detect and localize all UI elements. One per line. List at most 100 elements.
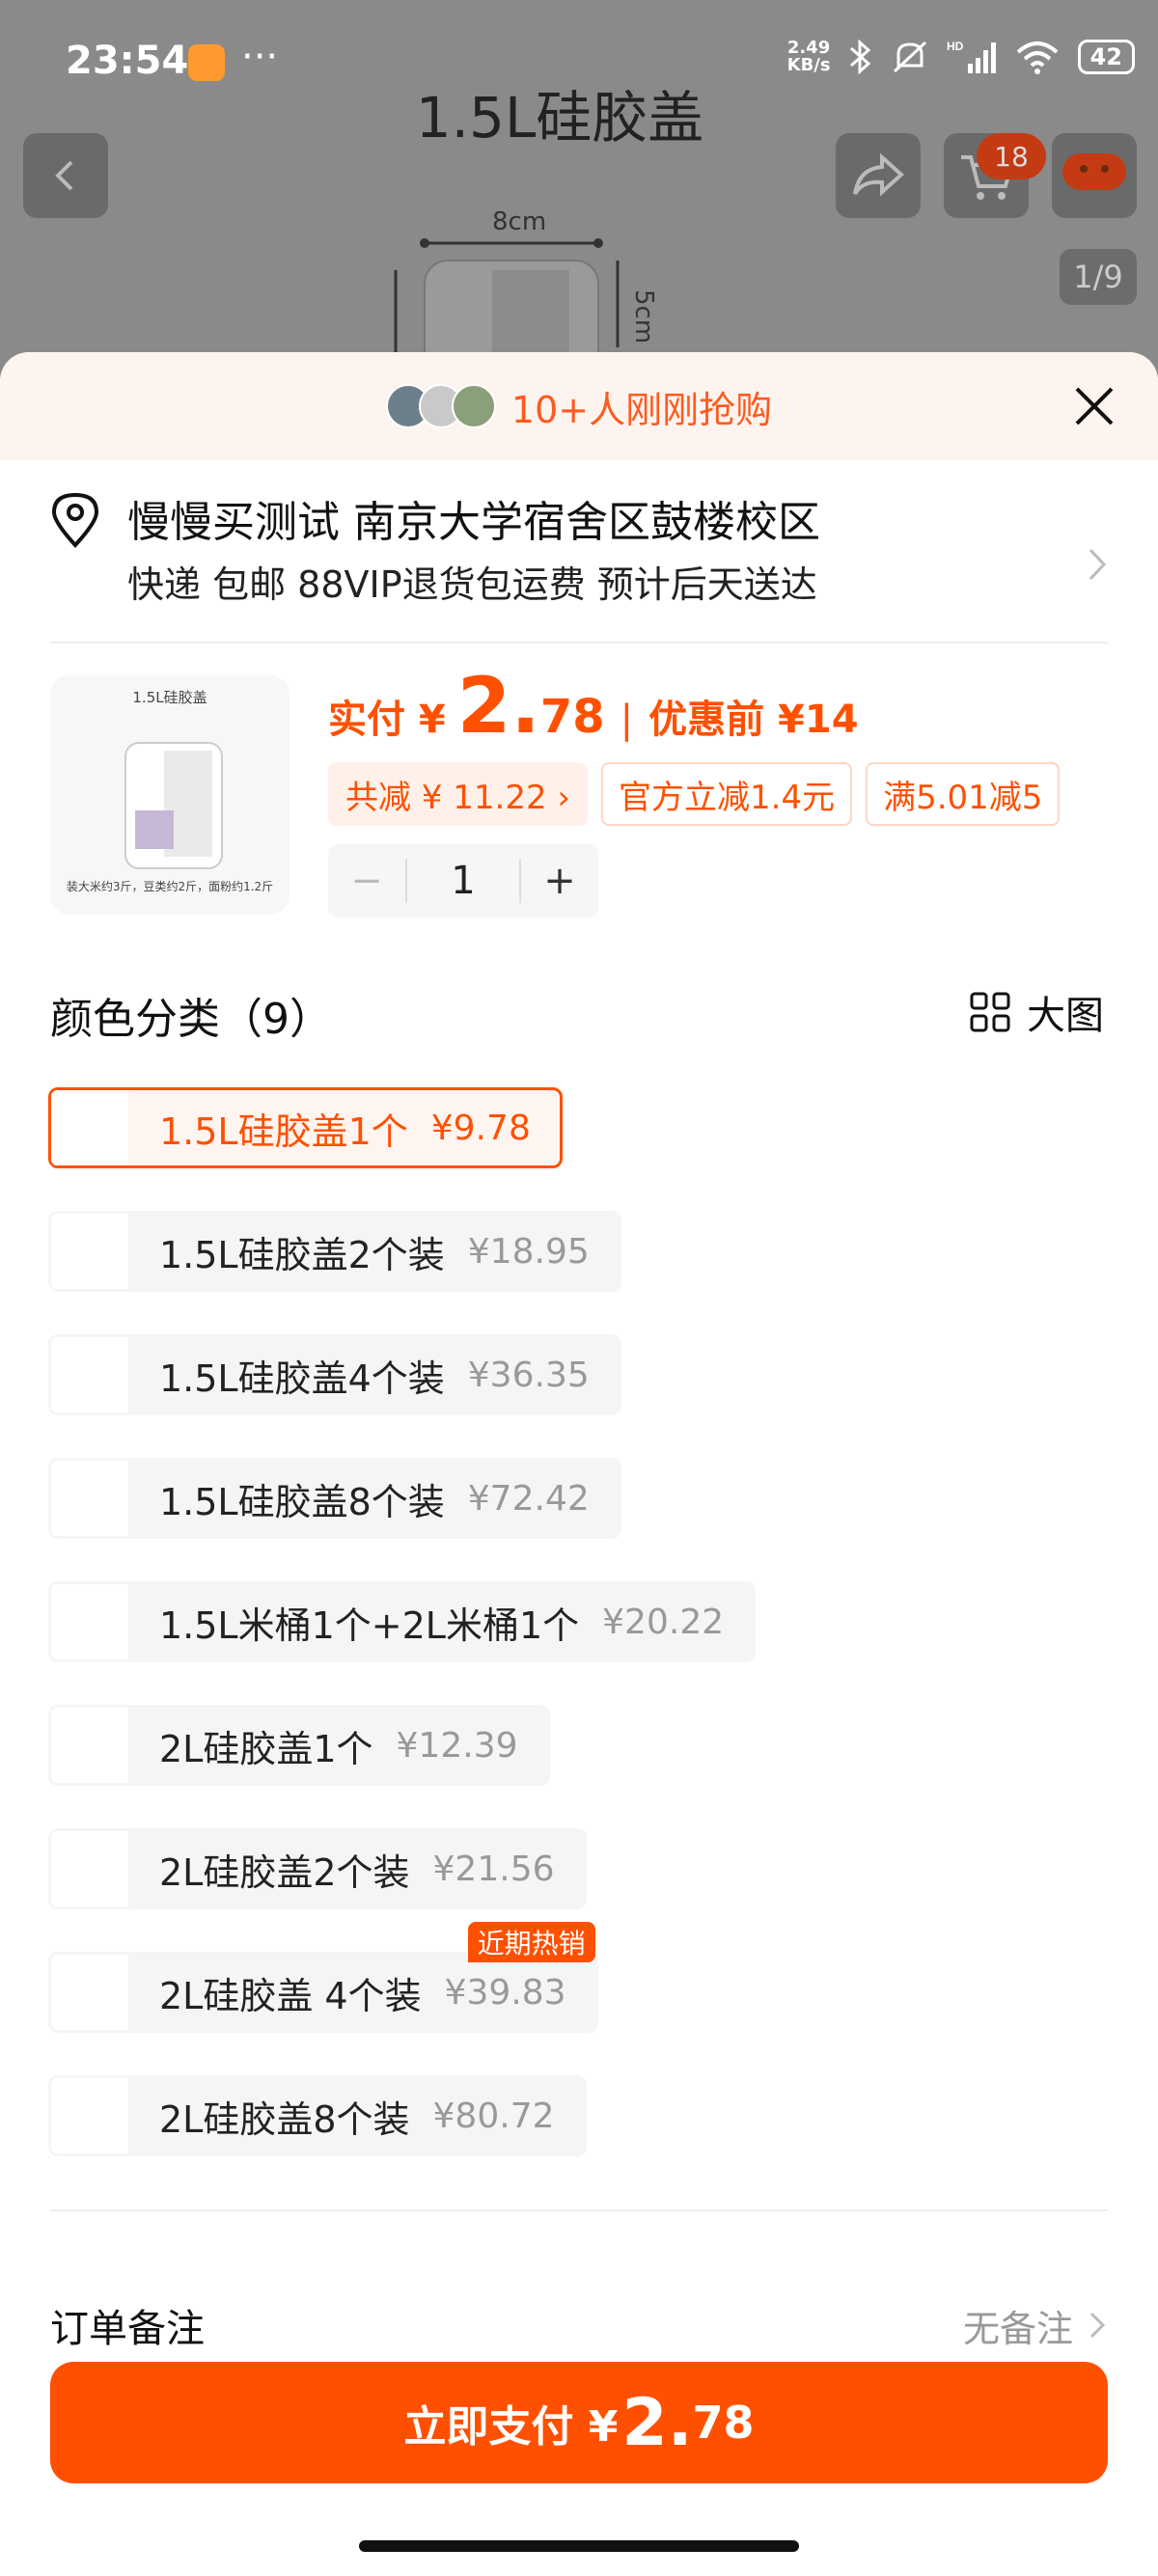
more-button[interactable] [1052,133,1137,218]
home-indicator[interactable] [359,2540,799,2552]
sku-price: ¥36.35 [467,1355,590,1395]
sku-option[interactable]: 1.5L米桶1个+2L米桶1个 ¥20.22 [48,1581,757,1662]
divider [50,2209,1108,2211]
sku-thumbnail [51,1214,128,1289]
sku-name: 1.5L硅胶盖4个装 [159,1357,445,1400]
price-separator: | [620,698,634,742]
sku-option[interactable]: 2L硅胶盖1个 ¥12.39 [48,1705,550,1786]
chevron-right-icon [1089,2312,1106,2339]
sku-price: ¥72.42 [467,1478,590,1519]
sku-thumbnail [51,1831,128,1906]
message-icon [1062,153,1126,190]
chevron-left-icon [55,160,73,191]
delivery-info: 快递 包邮 88VIP退货包运费 预计后天送达 [127,563,817,606]
address-recipient: 慢慢买测试 南京大学宿舍区鼓楼校区 [127,498,820,547]
sku-name: 1.5L硅胶盖2个装 [159,1233,445,1276]
sku-list: 1.5L硅胶盖1个 ¥9.78 1.5L硅胶盖2个装 ¥18.95 1.5L硅胶盖4… [48,1087,1110,2199]
threshold-discount-tag: 满5.01减5 [866,762,1061,826]
bluetooth-icon [849,39,870,75]
promo-banner: 10+人刚刚抢购 [0,352,1158,460]
promo-text: 10+人刚刚抢购 [510,388,773,431]
network-speed: 2.49 KB/s [787,40,831,74]
sku-option[interactable]: 1.5L硅胶盖4个装 ¥36.35 [48,1334,621,1415]
sku-option[interactable]: 2L硅胶盖8个装 ¥80.72 [48,2075,587,2156]
sku-price: ¥9.78 [430,1108,531,1148]
buyer-avatars [385,384,496,428]
sku-price: ¥80.72 [432,2096,555,2136]
sku-price: ¥21.56 [432,1849,555,1889]
sku-name: 1.5L米桶1个+2L米桶1个 [159,1603,580,1647]
mute-icon [893,41,926,73]
original-price: 优惠前 ¥14 [648,698,859,742]
close-icon[interactable] [1069,381,1119,431]
official-discount-tag: 官方立减1.4元 [601,762,853,826]
price-label: 实付 ¥ [328,698,446,742]
pay-now-button[interactable]: 立即支付 ¥ 2. 78 [50,2362,1108,2483]
cart-count-badge: 18 [977,133,1046,179]
discount-tags: 共减 ¥ 11.22 › 官方立减1.4元 满5.01减5 [328,762,1061,826]
sku-option[interactable]: 2L硅胶盖2个装 ¥21.56 [48,1828,587,1909]
sku-thumbnail [51,1090,128,1165]
order-note-value: 无备注 [963,2299,1108,2352]
sku-name: 1.5L硅胶盖1个 [159,1110,408,1153]
grid-icon [970,992,1010,1032]
color-category-title: 颜色分类（9） [50,995,332,1044]
dimension-height-label: 5cm [629,289,658,344]
quantity-stepper: − 1 + [328,844,598,918]
thumbnail-footer: 装大米约3斤，豆类约2斤，面粉约1.2斤 [66,880,274,893]
sku-thumbnail [51,1955,128,2030]
sku-name: 1.5L硅胶盖8个装 [159,1480,445,1523]
sku-option[interactable]: 2L硅胶盖 4个装 ¥39.83 近期热销 [48,1922,598,2033]
sku-thumbnail [51,1584,128,1659]
sku-price: ¥20.22 [602,1602,725,1642]
signal-icon: HD [947,40,996,73]
back-button[interactable] [23,133,108,218]
sku-thumbnail [51,1337,128,1412]
pay-amount-decimal: 78 [692,2397,755,2449]
sku-price: ¥12.39 [396,1725,518,1766]
order-note-label: 订单备注 [50,2307,205,2351]
price-summary: 实付 ¥ 2. 78 | 优惠前 ¥14 [328,661,859,751]
product-thumbnail[interactable]: 1.5L硅胶盖 装大米约3斤，豆类约2斤，面粉约1.2斤 [50,675,290,915]
wifi-icon [1016,41,1058,74]
svg-text:HD: HD [947,40,964,53]
sku-name: 2L硅胶盖8个装 [159,2097,410,2141]
hot-sale-badge: 近期热销 [467,1922,595,1962]
divider [50,642,1108,644]
location-pin-icon [51,492,99,548]
sku-name: 2L硅胶盖 4个装 [159,1974,422,2017]
battery-indicator: 42 [1077,40,1135,74]
sku-price: ¥18.95 [467,1231,590,1272]
sku-price: ¥39.83 [444,1972,566,2013]
increment-button[interactable]: + [521,859,598,903]
big-image-toggle[interactable]: 大图 [969,984,1104,1040]
sku-option[interactable]: 1.5L硅胶盖8个装 ¥72.42 [48,1458,621,1539]
image-counter: 1/9 [1060,249,1137,305]
quantity-value[interactable]: 1 [405,859,521,903]
pay-amount-integer: 2. [621,2384,693,2461]
avatar [451,384,496,428]
share-button[interactable] [836,133,921,218]
sku-thumbnail [51,2078,128,2153]
sku-selection-sheet: 10+人刚刚抢购 慢慢买测试 南京大学宿舍区鼓楼校区 快递 包邮 88VIP退货… [0,352,1158,2576]
pay-button-label: 立即支付 ¥ [403,2402,619,2452]
thumbnail-caption: 1.5L硅胶盖 [132,689,207,706]
order-note-text: 无备注 [962,2307,1073,2350]
share-icon [853,152,904,197]
sku-thumbnail [51,1461,128,1536]
decrement-button[interactable]: − [328,859,405,903]
total-discount-tag[interactable]: 共减 ¥ 11.22 › [328,762,588,826]
chevron-right-icon [1089,548,1107,581]
price-decimal: 78 [539,690,605,744]
status-icons: 2.49 KB/s HD 42 [787,39,1135,75]
sku-thumbnail [51,1708,128,1783]
order-note-row[interactable]: 订单备注 无备注 [50,2282,1108,2369]
sku-name: 2L硅胶盖1个 [159,1727,373,1770]
shipping-address[interactable]: 慢慢买测试 南京大学宿舍区鼓楼校区 快递 包邮 88VIP退货包运费 预计后天送… [50,487,1112,646]
dimension-width-label: 8cm [492,207,547,236]
sku-option[interactable]: 1.5L硅胶盖2个装 ¥18.95 [48,1211,621,1292]
price-integer: 2. [456,661,540,751]
big-image-label: 大图 [1027,994,1104,1038]
sku-option[interactable]: 1.5L硅胶盖1个 ¥9.78 [48,1087,563,1168]
sku-name: 2L硅胶盖2个装 [159,1850,410,1894]
